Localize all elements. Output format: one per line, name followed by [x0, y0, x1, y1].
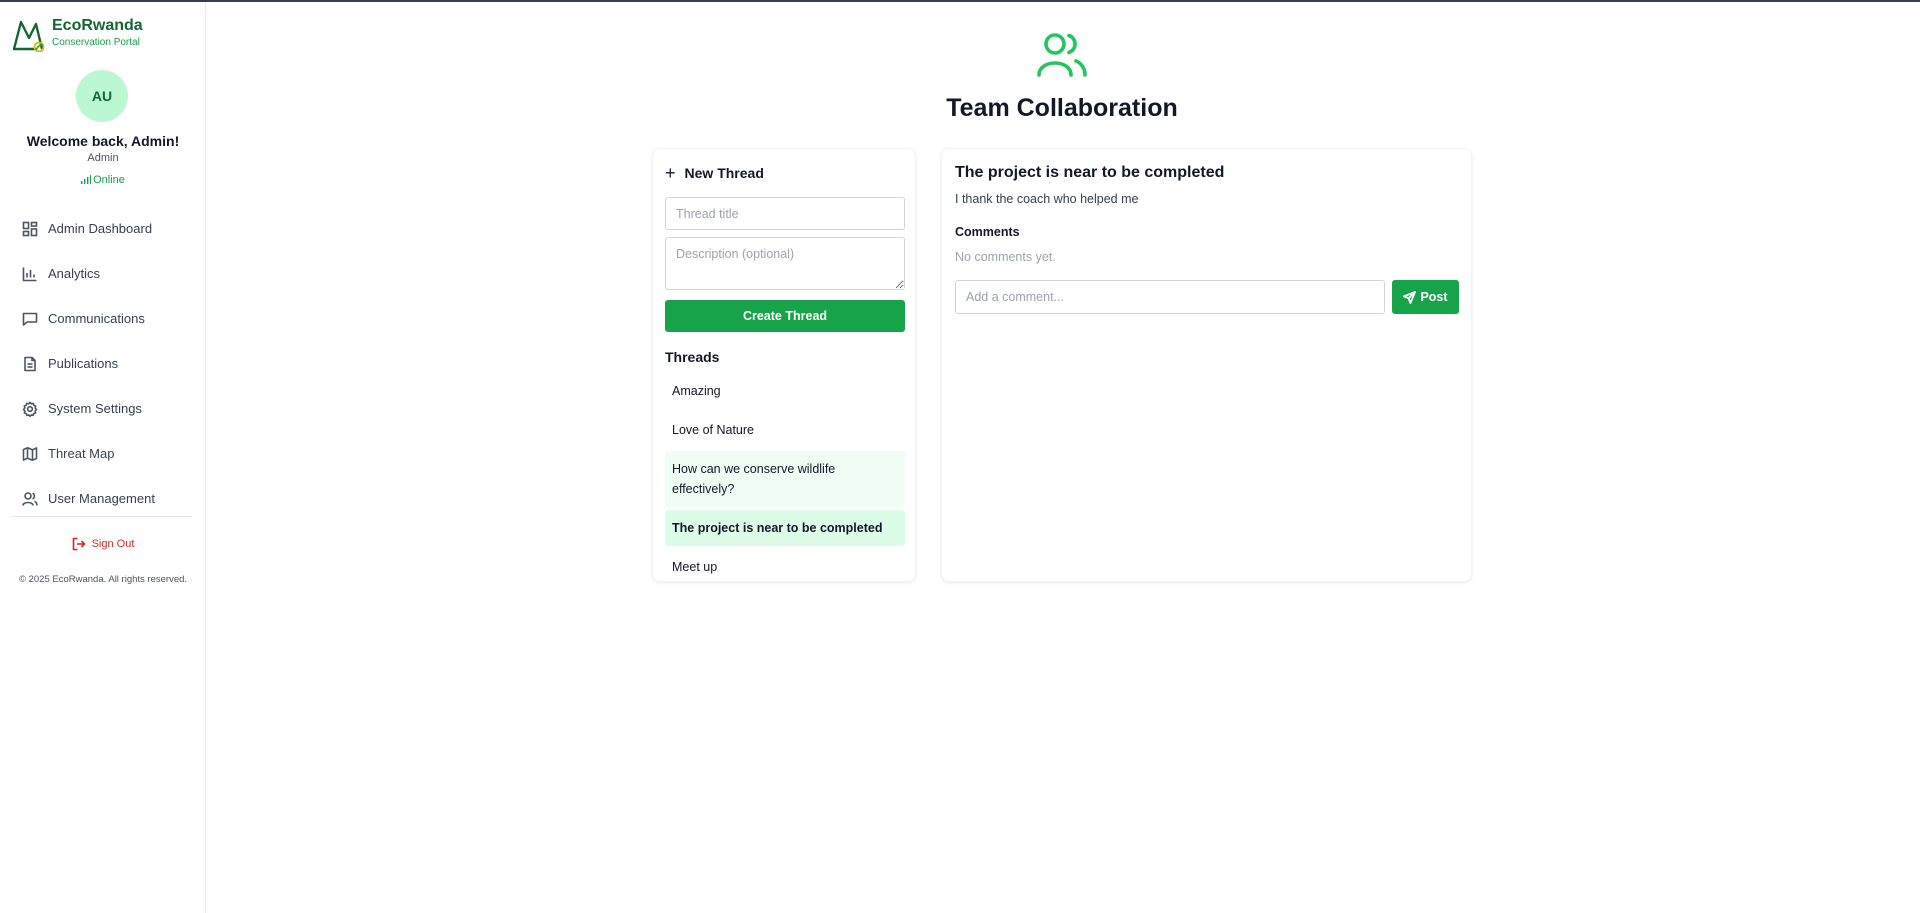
thread-description: I thank the coach who helped me: [955, 192, 1139, 206]
no-comments-message: No comments yet.: [955, 250, 1056, 264]
threads-heading: Threads: [665, 349, 720, 365]
new-thread-header: + New Thread: [665, 163, 764, 183]
bar-chart-icon: [22, 267, 37, 281]
sidebar-item-system-settings[interactable]: System Settings: [0, 386, 206, 431]
plus-icon: +: [665, 163, 676, 183]
thread-description-input[interactable]: [665, 237, 905, 290]
copyright: © 2025 EcoRwanda. All rights reserved.: [18, 574, 188, 585]
status-text: Online: [93, 174, 125, 186]
sidebar-item-label: Analytics: [48, 266, 101, 281]
sidebar-item-admin-dashboard[interactable]: Admin Dashboard: [0, 206, 206, 251]
sidebar-item-publications[interactable]: Publications: [0, 341, 206, 386]
message-icon: [22, 312, 38, 326]
sidebar: EcoRwanda Conservation Portal AU Welcome…: [0, 2, 206, 913]
thread-item-selected[interactable]: The project is near to be completed: [665, 510, 905, 546]
send-icon: [1403, 290, 1417, 304]
sidebar-item-label: System Settings: [48, 401, 142, 416]
user-role: Admin: [87, 152, 119, 164]
sidebar-item-threat-map[interactable]: Threat Map: [0, 431, 206, 476]
map-icon: [22, 446, 38, 461]
users-icon: [22, 491, 38, 506]
comment-input[interactable]: [955, 280, 1385, 314]
mountain-logo-icon: [12, 20, 45, 52]
sidebar-divider: [12, 516, 192, 517]
thread-item[interactable]: Meet up: [665, 549, 905, 585]
sidebar-item-label: Communications: [48, 311, 145, 326]
page-title: Team Collaboration: [946, 94, 1178, 122]
dashboard-icon: [22, 221, 38, 236]
logout-icon: [72, 537, 86, 551]
sign-out-label: Sign Out: [91, 538, 135, 550]
thread-item[interactable]: Amazing: [665, 373, 905, 409]
sidebar-item-analytics[interactable]: Analytics: [0, 251, 206, 296]
thread-item[interactable]: How can we conserve wildlife effectively…: [665, 451, 905, 507]
thread-title: The project is near to be completed: [955, 164, 1225, 181]
post-label: Post: [1420, 290, 1448, 304]
sidebar-item-label: Publications: [48, 356, 119, 371]
new-thread-label: New Thread: [684, 165, 764, 181]
sidebar-item-label: User Management: [48, 491, 155, 506]
thread-title-input[interactable]: [665, 197, 905, 230]
thread-item[interactable]: Love of Nature: [665, 412, 905, 448]
gear-icon: [22, 401, 38, 417]
sidebar-nav: Admin Dashboard Analytics Communications…: [0, 206, 206, 521]
sidebar-item-user-management[interactable]: User Management: [0, 476, 206, 521]
sidebar-item-communications[interactable]: Communications: [0, 296, 206, 341]
signal-icon: [81, 175, 92, 184]
thread-list: Amazing Love of Nature How can we conser…: [665, 373, 905, 588]
welcome-message: Welcome back, Admin!: [26, 133, 180, 149]
avatar[interactable]: AU: [76, 70, 128, 122]
sign-out-button[interactable]: Sign Out: [0, 537, 206, 551]
users-icon: [1037, 33, 1087, 77]
thread-detail-panel: The project is near to be completed I th…: [941, 148, 1472, 582]
comments-heading: Comments: [955, 225, 1020, 239]
brand[interactable]: EcoRwanda Conservation Portal: [12, 16, 143, 52]
document-icon: [24, 356, 36, 371]
brand-subtitle: Conservation Portal: [52, 37, 140, 48]
post-comment-button[interactable]: Post: [1392, 280, 1459, 314]
brand-name: EcoRwanda: [52, 17, 143, 34]
sidebar-item-label: Admin Dashboard: [48, 221, 153, 236]
status-indicator: Online: [0, 174, 206, 186]
threads-panel: + New Thread Create Thread Threads Amazi…: [652, 148, 916, 582]
sidebar-item-label: Threat Map: [48, 446, 115, 461]
create-thread-button[interactable]: Create Thread: [665, 300, 905, 332]
